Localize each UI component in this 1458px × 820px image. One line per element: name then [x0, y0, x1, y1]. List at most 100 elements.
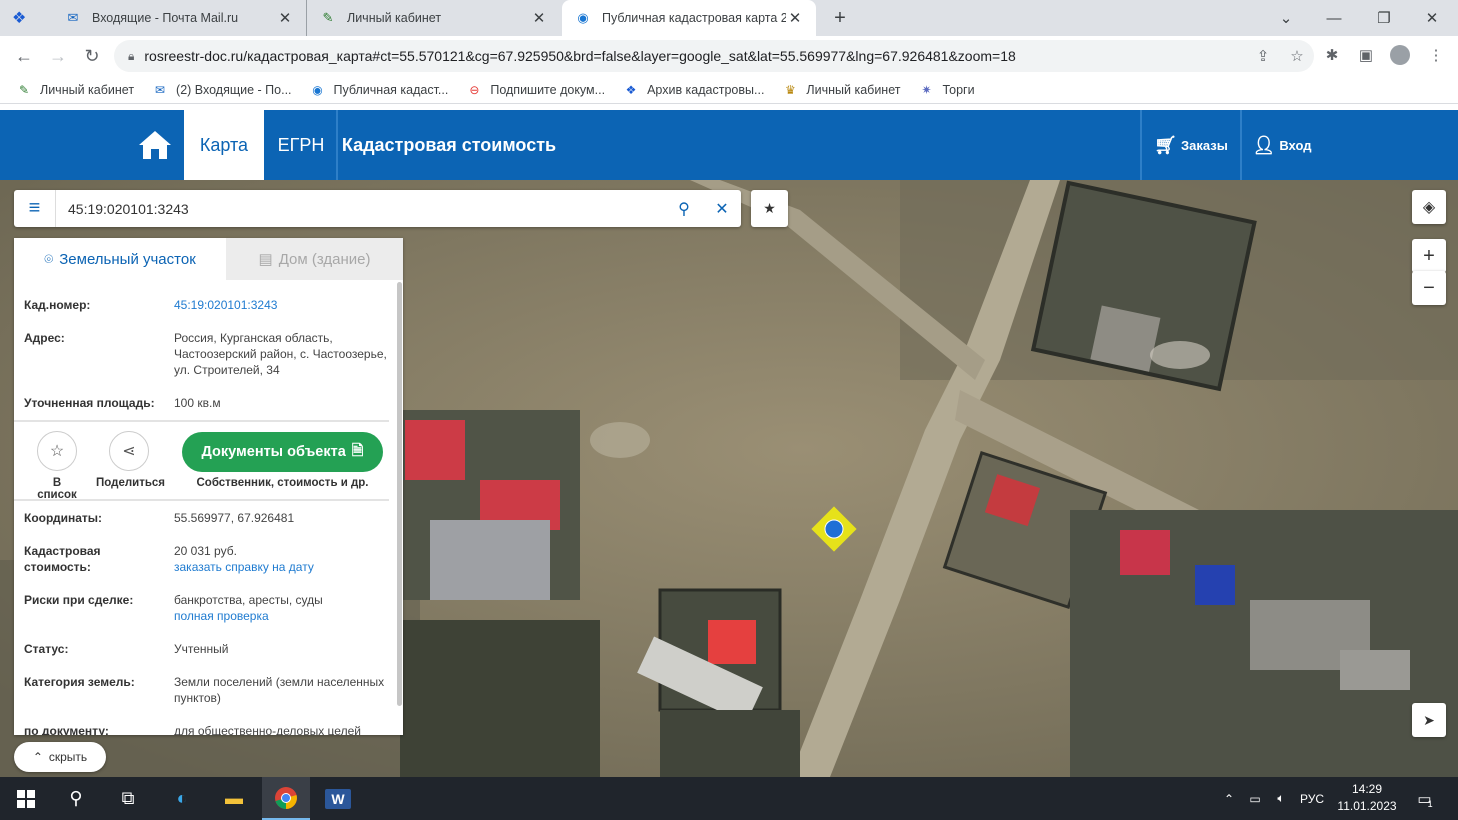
language-indicator[interactable]: РУС [1298, 777, 1326, 820]
user-icon: 👤︎ [1252, 134, 1276, 155]
back-icon[interactable]: ← [12, 44, 36, 68]
nav-map[interactable]: Карта [184, 110, 264, 180]
forward-icon[interactable]: → [46, 44, 70, 68]
field-label: Уточненная площадь: [24, 396, 155, 410]
hide-panel-button[interactable]: ⌃ скрыть [14, 742, 106, 772]
close-window-button[interactable]: ✕ [1408, 0, 1456, 36]
share-icon: ⋖ [109, 431, 149, 471]
volume-icon[interactable]: 🔈︎ [1270, 777, 1292, 820]
side-panel-icon[interactable]: ▣ [1354, 44, 1378, 68]
omnibox[interactable]: 🔒︎ rosreestr-doc.ru/кадастровая_карта#ct… [114, 40, 1314, 72]
reload-icon[interactable]: ↻ [80, 44, 104, 68]
favorites-star-button[interactable]: ★ [751, 190, 788, 227]
hide-label: скрыть [48, 750, 88, 764]
bookmark-item[interactable]: ❖ Архив кадастровы... [623, 82, 765, 98]
nav-egrn[interactable]: ЕГРН [266, 110, 336, 180]
notifications-badge: 1 [1427, 798, 1433, 809]
extensions-icon[interactable]: ✱ [1320, 44, 1344, 68]
maximize-button[interactable]: ❐ [1360, 0, 1408, 36]
field-label: Кадастровая стоимость: [24, 544, 101, 574]
tab-land-plot[interactable]: ⌾ Земельный участок [14, 238, 226, 280]
tab-list-icon[interactable]: ⌄ [1262, 0, 1310, 36]
word-icon[interactable]: W [314, 777, 362, 820]
by-document-value: для общественно-деловых целей [174, 724, 361, 735]
field-label: Адрес: [24, 331, 65, 345]
tab-label: Дом (здание) [278, 250, 371, 268]
address-bar: ← → ↻ 🔒︎ rosreestr-doc.ru/кадастровая_ка… [0, 36, 1458, 76]
bookmark-label: Торги [942, 82, 975, 97]
tray-chevron-icon[interactable]: ⌃ [1218, 777, 1240, 820]
menu-dots-icon[interactable]: ⋮ [1424, 44, 1448, 68]
edge-icon[interactable]: ◐ [158, 777, 206, 820]
tab-search-icon[interactable]: ❖ [12, 8, 46, 28]
network-icon[interactable]: ▭ [1244, 777, 1266, 820]
profile-avatar[interactable] [1390, 45, 1410, 65]
search-icon[interactable]: ⚲ [52, 777, 100, 820]
hamburger-menu-icon[interactable]: ≡ [14, 190, 56, 227]
bookmark-star-icon[interactable]: ☆ [1280, 47, 1314, 65]
panel-scrollbar[interactable] [397, 282, 402, 706]
zoom-out-button[interactable]: − [1412, 271, 1446, 305]
row-risks: Риски при сделке: банкротства, аресты, с… [24, 592, 389, 626]
action-label: В список [37, 477, 77, 501]
tab-building[interactable]: ▤ Дом (здание) [226, 238, 403, 280]
bookmark-item[interactable]: ✷ Торги [918, 82, 974, 98]
notifications-icon[interactable]: ▭ 1 [1410, 777, 1440, 820]
home-icon[interactable] [126, 110, 184, 180]
field-label: по документу: [24, 724, 109, 735]
object-documents-button[interactable]: Документы объекта 🗎︎ [182, 432, 383, 472]
order-certificate-link[interactable]: заказать справку на дату [174, 560, 314, 574]
tab-mail[interactable]: ✉ Входящие - Почта Mail.ru ✕ [52, 0, 306, 36]
add-to-list-button[interactable]: ☆ В список [32, 431, 82, 501]
category-value: Земли поселений (земли населенных пункто… [174, 675, 385, 705]
clock-date: 11.01.2023 [1337, 799, 1397, 813]
bookmark-item[interactable]: ♛ Личный кабинет [782, 82, 900, 98]
close-tab-icon[interactable]: ✕ [786, 9, 804, 27]
clear-search-icon[interactable]: ✕ [703, 199, 741, 219]
close-tab-icon[interactable]: ✕ [530, 9, 548, 27]
new-tab-button[interactable]: + [828, 6, 852, 30]
layers-icon[interactable]: ◈ [1412, 190, 1446, 224]
field-label: Статус: [24, 642, 69, 656]
search-icon[interactable]: ⚲ [665, 199, 703, 219]
cad-number-link[interactable]: 45:19:020101:3243 [174, 297, 389, 313]
tab-cabinet[interactable]: ✎ Личный кабинет ✕ [306, 0, 560, 36]
task-view-icon[interactable]: ⧉ [104, 777, 152, 820]
url-text[interactable]: rosreestr-doc.ru/кадастровая_карта#ct=55… [144, 48, 1246, 64]
share-button[interactable]: ⋖ Поделиться [96, 431, 166, 489]
location-pin-icon: ⌾ [44, 250, 54, 268]
risks-value: банкротства, аресты, суды [174, 593, 323, 607]
clock-time: 14:29 [1351, 782, 1383, 796]
panel-tabs: ⌾ Земельный участок ▤ Дом (здание) [14, 238, 403, 280]
bookmark-item[interactable]: ◉ Публичная кадаст... [310, 82, 448, 98]
windows-start-icon[interactable] [2, 777, 50, 820]
zoom-in-button[interactable]: + [1412, 239, 1446, 273]
docs-label: Документы объекта [201, 444, 346, 460]
login-button[interactable]: 👤︎ Вход [1242, 110, 1322, 180]
bookmark-item[interactable]: ✉ (2) Входящие - По... [152, 82, 292, 98]
area-value: 100 кв.м [174, 396, 221, 410]
chevron-up-icon: ⌃ [32, 750, 43, 764]
location-marker[interactable] [812, 507, 856, 551]
field-label: Координаты: [24, 511, 103, 525]
tab-cadastral-map[interactable]: ◉ Публичная кадастровая карта 2 ✕ [562, 0, 816, 36]
rosreestr-icon: ◉ [577, 10, 589, 25]
chrome-icon[interactable] [262, 777, 310, 820]
share-page-icon[interactable]: ⇪ [1246, 47, 1280, 65]
bookmark-item[interactable]: ✎ Личный кабинет [16, 82, 134, 98]
action-label: Поделиться [96, 477, 166, 489]
file-explorer-icon[interactable]: ▬ [210, 777, 258, 820]
clock[interactable]: 14:29 11.01.2023 [1336, 781, 1398, 815]
orders-button[interactable]: 🛒︎ Заказы [1142, 110, 1240, 180]
orders-label: Заказы [1181, 137, 1228, 153]
minimize-button[interactable]: — [1310, 0, 1358, 36]
close-tab-icon[interactable]: ✕ [276, 9, 294, 27]
full-check-link[interactable]: полная проверка [174, 609, 269, 623]
pin-icon: ✎ [322, 10, 334, 25]
geolocation-icon[interactable]: ➤ [1412, 703, 1446, 737]
nav-cadastral-cost[interactable]: Кадастровая стоимость [338, 110, 560, 180]
emblem-icon: ♛ [785, 82, 796, 97]
bookmark-item[interactable]: ⊖ Подпишите докум... [466, 82, 605, 98]
search-input[interactable] [56, 191, 665, 226]
lock-icon[interactable]: 🔒︎ [128, 49, 134, 64]
